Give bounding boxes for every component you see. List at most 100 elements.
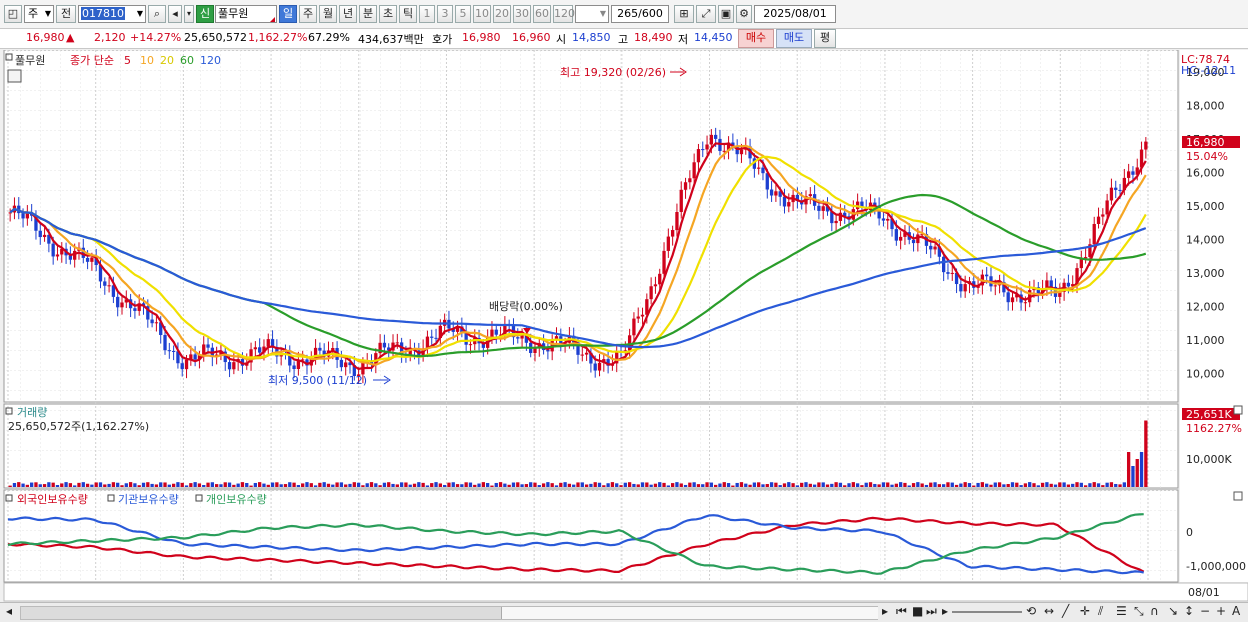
interval-5-button[interactable]: 5 [455, 5, 471, 23]
interval-10-button[interactable]: 10 [473, 5, 491, 23]
volume-bar [34, 482, 38, 487]
stock-chart-svg[interactable]: 19,00018,00017,00016,00015,00014,00013,0… [0, 49, 1248, 602]
font-size-icon[interactable]: A [1232, 604, 1240, 618]
period-minute-button[interactable]: 분 [359, 5, 377, 23]
window-menu-icon[interactable]: ◰ [4, 5, 22, 23]
drawing-menu-icon[interactable]: ☰ [1116, 604, 1127, 618]
crosshair-icon[interactable]: ✛ [1080, 604, 1090, 618]
volume-bar [73, 485, 77, 487]
draw-tool-icon[interactable]: ⤢ [696, 5, 716, 23]
volume-bar [1122, 482, 1126, 487]
prev-button[interactable]: 전 [56, 5, 76, 23]
interval-custom-select[interactable]: ▼ [575, 5, 609, 23]
chevron-right-icon[interactable]: ▸ [942, 604, 948, 618]
interval-60-button[interactable]: 60 [533, 5, 551, 23]
data-count-input[interactable]: 265/600 [611, 5, 669, 23]
volume-bar [1096, 483, 1101, 487]
sell-button[interactable]: 매도 [776, 29, 812, 48]
zoom-out-icon[interactable]: − [1200, 604, 1210, 618]
volume-bar [322, 482, 326, 487]
volume-bar [25, 484, 30, 487]
candle-body [808, 194, 812, 197]
fast-forward-icon[interactable]: ⏭ [926, 604, 937, 619]
save-icon[interactable]: ▣ [718, 5, 734, 23]
volume-bar [627, 482, 632, 487]
search-icon[interactable]: ⌕ [148, 5, 166, 23]
buy-button[interactable]: 매수 [738, 29, 774, 48]
volume-bar [167, 484, 171, 487]
candle-body [653, 284, 658, 287]
volume-bar [1139, 452, 1144, 487]
date-input[interactable]: 2025/08/01 [754, 5, 836, 23]
volume-bar [189, 483, 193, 487]
draw-line-icon[interactable]: ╱ [1062, 604, 1069, 618]
zoom-in-icon[interactable]: + [1216, 604, 1226, 618]
volume-bar [993, 482, 997, 487]
interval-20-button[interactable]: 20 [493, 5, 511, 23]
volume-bar [12, 482, 17, 487]
volume-bar [1079, 482, 1083, 487]
candle-body [167, 350, 171, 352]
stop-icon[interactable]: ■ [912, 604, 923, 618]
price-y-tick: 18,000 [1186, 99, 1225, 112]
volume-bar [963, 482, 967, 487]
stock-code-input[interactable]: 017810 ▼ [78, 5, 146, 23]
volume-bar [1144, 420, 1148, 487]
chart-area[interactable]: 19,00018,00017,00016,00015,00014,00013,0… [0, 49, 1248, 602]
zoom-slider[interactable] [952, 611, 1022, 613]
volume-bar [214, 484, 219, 487]
indicator-icon[interactable]: ⊞ [674, 5, 694, 23]
period-week-button[interactable]: 주 [299, 5, 317, 23]
period-day-button[interactable]: 일 [279, 5, 297, 23]
candle-body [516, 337, 520, 339]
period-second-button[interactable]: 초 [379, 5, 397, 23]
gear-icon[interactable]: ⚙ [736, 5, 752, 23]
rewind-icon[interactable]: ⏮ [896, 604, 907, 619]
volume-bar [283, 484, 288, 487]
interval-1-button[interactable]: 1 [419, 5, 435, 23]
candle-body [705, 144, 709, 150]
up-arrow-icon: ▲ [66, 31, 75, 44]
move-icon[interactable]: ↕ [1184, 604, 1194, 618]
close-icon[interactable] [1233, 405, 1243, 415]
volume-bar [1105, 482, 1109, 487]
volume-bar [17, 482, 21, 487]
scrollbar-thumb[interactable] [501, 607, 878, 619]
close-icon[interactable] [1233, 491, 1243, 501]
interval-3-button[interactable]: 3 [437, 5, 453, 23]
horizontal-scrollbar[interactable] [20, 606, 878, 620]
draw-channel-icon[interactable]: ⫽ [1098, 604, 1103, 619]
volume-bar [1049, 483, 1053, 487]
zoom-reset-icon[interactable]: ⟲ [1026, 604, 1036, 618]
open-price: 14,850 [572, 31, 611, 44]
candle-body [782, 196, 787, 207]
volume-bar [541, 483, 546, 487]
scroll-left-icon[interactable]: ◂ [6, 604, 12, 618]
period-year-button[interactable]: 년 [339, 5, 357, 23]
magnet-icon[interactable]: ∩ [1150, 604, 1159, 618]
speaker-icon[interactable]: ◂ [168, 5, 182, 23]
volume-bar [924, 484, 929, 487]
volume-bar [911, 483, 916, 487]
stock-name-field[interactable]: 풀무원 [215, 5, 277, 23]
volume-bar [399, 482, 404, 487]
interval-30-button[interactable]: 30 [513, 5, 531, 23]
pointer-icon[interactable]: ↘ [1168, 604, 1178, 618]
table-view-icon[interactable] [7, 69, 22, 83]
period-tick-button[interactable]: 틱 [399, 5, 417, 23]
volume-bar [1075, 482, 1079, 487]
chevron-down-icon[interactable]: ▾ [184, 5, 194, 23]
scroll-right-icon[interactable]: ▸ [882, 604, 888, 618]
trend-icon[interactable]: ⤡ [1134, 604, 1144, 619]
fit-icon[interactable]: ↔ [1044, 604, 1054, 618]
market-select[interactable]: 주 ▼ [24, 5, 54, 23]
interval-120-button[interactable]: 120 [553, 5, 575, 23]
volume-bar [404, 482, 408, 487]
volume-bar [516, 482, 520, 487]
volume-bar [748, 484, 752, 487]
period-month-button[interactable]: 월 [319, 5, 337, 23]
volume-bar [249, 485, 253, 487]
volume-bar [335, 482, 339, 487]
evaluate-button[interactable]: 평 [814, 29, 836, 48]
price-y-tick: 12,000 [1186, 300, 1225, 313]
